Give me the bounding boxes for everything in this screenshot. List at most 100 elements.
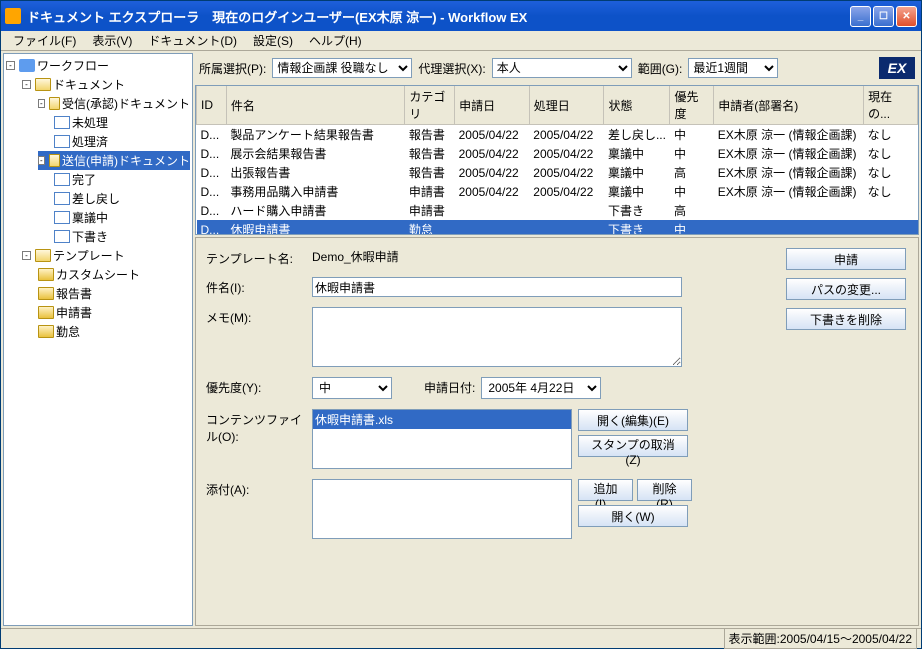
table-cell: 事務用品購入申請書 xyxy=(226,182,405,201)
tree-received-label: 受信(承認)ドキュメント xyxy=(62,95,190,112)
apply-button[interactable]: 申請 xyxy=(786,248,906,270)
statusbar: 表示範囲:2005/04/15～2005/04/22 xyxy=(1,628,921,648)
table-cell: 下書き xyxy=(604,220,670,235)
tree-returned[interactable]: 差し戻し xyxy=(54,189,190,208)
twisty-collapse-icon[interactable]: - xyxy=(6,61,15,70)
tree-attendance-template[interactable]: 勤怠 xyxy=(38,322,190,341)
twisty-collapse-icon[interactable]: - xyxy=(22,80,31,89)
twisty-collapse-icon[interactable]: - xyxy=(38,156,45,165)
grid-header-cell[interactable]: 申請者(部署名) xyxy=(714,86,864,125)
tree-completed-label: 完了 xyxy=(72,171,96,188)
document-grid[interactable]: ID件名カテゴリ申請日処理日状態優先度申請者(部署名)現在の... D...製品… xyxy=(195,85,919,235)
table-row[interactable]: D...ハード購入申請書申請書下書き高 xyxy=(197,201,918,220)
memo-textarea[interactable] xyxy=(312,307,682,367)
contents-file-listbox[interactable]: 休暇申請書.xls xyxy=(312,409,572,469)
table-cell xyxy=(714,201,864,220)
template-name-label: テンプレート名: xyxy=(206,248,306,267)
menu-settings[interactable]: 設定(S) xyxy=(245,30,301,51)
template-name-value: Demo_休暇申請 xyxy=(312,248,399,265)
tree-documents[interactable]: - ドキュメント xyxy=(22,75,190,94)
tree-received[interactable]: - 受信(承認)ドキュメント xyxy=(38,94,190,113)
attachment-delete-button[interactable]: 削除(R) xyxy=(637,479,692,501)
attachment-label: 添付(A): xyxy=(206,479,306,498)
tree-customsheet[interactable]: カスタムシート xyxy=(38,265,190,284)
tree-processed-label: 処理済 xyxy=(72,133,108,150)
table-cell: なし xyxy=(864,182,918,201)
table-cell: 中 xyxy=(670,220,714,235)
range-select[interactable]: 最近1週間 xyxy=(688,58,778,78)
folder-open-icon xyxy=(49,97,60,110)
twisty-collapse-icon[interactable]: - xyxy=(38,99,45,108)
grid-header-cell[interactable]: ID xyxy=(197,86,227,125)
folder-icon xyxy=(38,325,54,338)
grid-header-cell[interactable]: 状態 xyxy=(604,86,670,125)
tree-returned-label: 差し戻し xyxy=(72,190,120,207)
tree-processed[interactable]: 処理済 xyxy=(54,132,190,151)
attachment-listbox[interactable] xyxy=(312,479,572,539)
minimize-button[interactable]: _ xyxy=(850,6,871,27)
tree-view[interactable]: - ワークフロー - ドキュメント - 受信(承認)ドキュメント xyxy=(3,53,193,626)
table-row[interactable]: D...出張報告書報告書2005/04/222005/04/22稟議中高EX木原… xyxy=(197,163,918,182)
affiliation-select[interactable]: 情報企画課 役職なし xyxy=(272,58,412,78)
table-cell xyxy=(529,201,604,220)
doc-icon xyxy=(54,230,70,243)
table-row[interactable]: D...休暇申請書勤怠下書き中 xyxy=(197,220,918,235)
table-cell: D... xyxy=(197,182,227,201)
delete-draft-button[interactable]: 下書きを削除 xyxy=(786,308,906,330)
subject-input[interactable] xyxy=(312,277,682,297)
attachment-open-button[interactable]: 開く(W) xyxy=(578,505,688,527)
table-cell: 高 xyxy=(670,201,714,220)
close-button[interactable]: ✕ xyxy=(896,6,917,27)
table-cell: 休暇申請書 xyxy=(226,220,405,235)
table-cell: 中 xyxy=(670,182,714,201)
tree-application-template-label: 申請書 xyxy=(56,304,92,321)
table-cell: なし xyxy=(864,125,918,145)
table-cell: 稟議中 xyxy=(604,182,670,201)
tree-application-template[interactable]: 申請書 xyxy=(38,303,190,322)
table-cell: 2005/04/22 xyxy=(455,163,530,182)
tree-templates[interactable]: - テンプレート xyxy=(22,246,190,265)
grid-header-cell[interactable]: カテゴリ xyxy=(405,86,455,125)
table-cell: 中 xyxy=(670,125,714,145)
grid-header-cell[interactable]: 申請日 xyxy=(455,86,530,125)
tree-root[interactable]: - ワークフロー xyxy=(6,56,190,75)
tree-completed[interactable]: 完了 xyxy=(54,170,190,189)
folder-icon xyxy=(38,306,54,319)
menu-file[interactable]: ファイル(F) xyxy=(5,30,84,51)
tree-inprogress[interactable]: 稟議中 xyxy=(54,208,190,227)
application-date-picker[interactable]: 2005年 4月22日 xyxy=(481,377,601,399)
tree-draft[interactable]: 下書き xyxy=(54,227,190,246)
tree-report-template-label: 報告書 xyxy=(56,285,92,302)
doc-icon xyxy=(54,192,70,205)
grid-header-cell[interactable]: 処理日 xyxy=(529,86,604,125)
tree-inprogress-label: 稟議中 xyxy=(72,209,108,226)
open-edit-button[interactable]: 開く(編集)(E) xyxy=(578,409,688,431)
doc-icon xyxy=(54,211,70,224)
contents-file-item[interactable]: 休暇申請書.xls xyxy=(313,410,571,429)
stamp-cancel-button[interactable]: スタンプの取消(Z) xyxy=(578,435,688,457)
tree-sent[interactable]: - 送信(申請)ドキュメント xyxy=(38,151,190,170)
doc-icon xyxy=(54,173,70,186)
priority-select[interactable]: 中 xyxy=(312,377,392,399)
table-row[interactable]: D...製品アンケート結果報告書報告書2005/04/222005/04/22差… xyxy=(197,125,918,145)
application-date-label: 申請日付: xyxy=(424,377,475,396)
table-row[interactable]: D...展示会結果報告書報告書2005/04/222005/04/22稟議中中E… xyxy=(197,144,918,163)
grid-header-cell[interactable]: 現在の... xyxy=(864,86,918,125)
menu-help[interactable]: ヘルプ(H) xyxy=(301,30,370,51)
tree-report-template[interactable]: 報告書 xyxy=(38,284,190,303)
twisty-collapse-icon[interactable]: - xyxy=(22,251,31,260)
tree-unprocessed[interactable]: 未処理 xyxy=(54,113,190,132)
tree-customsheet-label: カスタムシート xyxy=(56,266,140,283)
table-cell: EX木原 涼一 (情報企画課) xyxy=(714,125,864,145)
table-row[interactable]: D...事務用品購入申請書申請書2005/04/222005/04/22稟議中中… xyxy=(197,182,918,201)
grid-header-cell[interactable]: 優先度 xyxy=(670,86,714,125)
table-cell: D... xyxy=(197,144,227,163)
grid-header-cell[interactable]: 件名 xyxy=(226,86,405,125)
maximize-button[interactable]: ☐ xyxy=(873,6,894,27)
table-cell: D... xyxy=(197,201,227,220)
attachment-add-button[interactable]: 追加(I)... xyxy=(578,479,633,501)
menu-document[interactable]: ドキュメント(D) xyxy=(140,30,245,51)
proxy-select[interactable]: 本人 xyxy=(492,58,632,78)
path-change-button[interactable]: パスの変更... xyxy=(786,278,906,300)
menu-view[interactable]: 表示(V) xyxy=(84,30,140,51)
